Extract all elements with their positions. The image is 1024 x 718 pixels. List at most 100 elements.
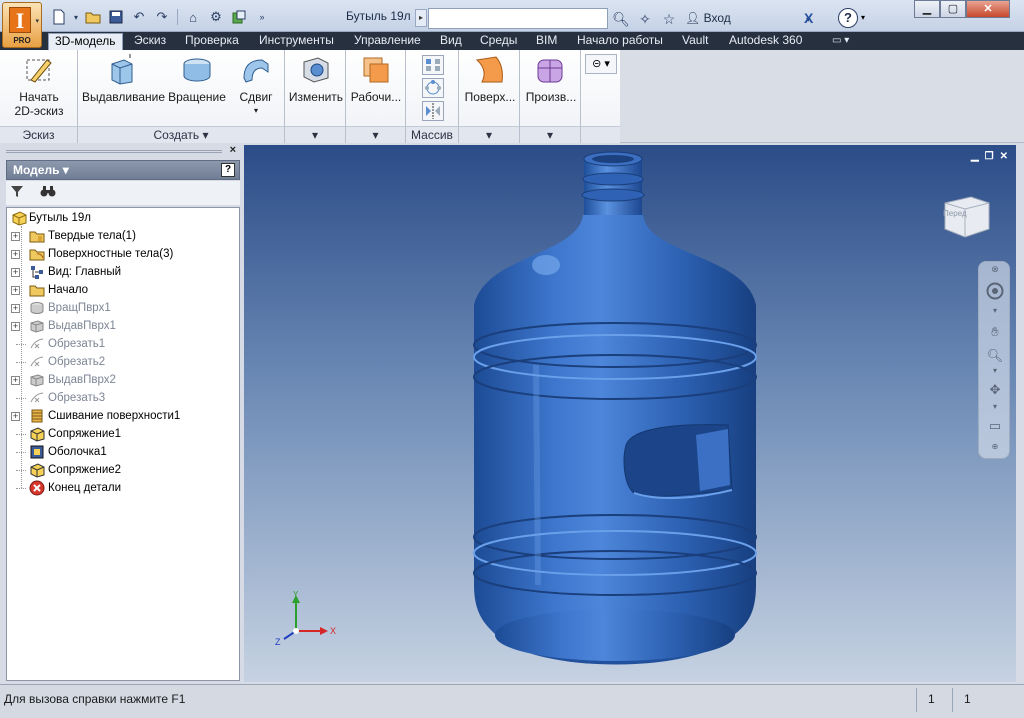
tree-item-label: Поверхностные тела(3) <box>48 248 174 260</box>
help-button[interactable]: ? <box>838 8 858 28</box>
title-arrow-icon[interactable]: ▸ <box>415 9 427 27</box>
group-label-modify[interactable]: ▾ <box>285 126 345 143</box>
axis-triad: Y X Z <box>275 591 336 647</box>
close-button[interactable]: ✕ <box>966 0 1010 18</box>
modify-icon <box>300 54 332 86</box>
viewport-minimize-icon[interactable]: ▁ <box>971 151 979 162</box>
open-folder-icon[interactable] <box>82 7 104 27</box>
drag-grip[interactable] <box>6 150 222 153</box>
start-2d-sketch-button[interactable]: Начать 2D-эскиз <box>8 54 70 118</box>
sweep-button[interactable]: Сдвиг ▾ <box>234 54 278 118</box>
extrude-surface-icon <box>29 372 45 388</box>
group-label-pattern: Массив <box>406 126 458 143</box>
chevron-down-icon[interactable]: ▾ <box>985 306 1005 324</box>
navbar-options-icon[interactable]: ⊕ <box>985 442 1005 460</box>
help-dropdown-icon[interactable]: ▾ <box>861 13 865 22</box>
derive-button[interactable]: Произв... <box>522 54 580 104</box>
minimize-button[interactable]: ▁ <box>914 0 940 18</box>
material-icon[interactable] <box>228 7 250 27</box>
browser-header[interactable]: Модель ▾ ? <box>6 160 240 180</box>
extrude-button[interactable]: Выдавливание <box>82 54 165 104</box>
undo-icon[interactable]: ↶ <box>128 7 150 27</box>
viewport-restore-icon[interactable]: ❐ <box>985 151 994 162</box>
zoom-icon[interactable]: 🔍︎ <box>985 348 1005 366</box>
tab-environments[interactable]: Среды <box>474 33 523 50</box>
tab-manage[interactable]: Управление <box>348 33 427 50</box>
expand-toggle-icon[interactable]: + <box>11 376 20 385</box>
binoculars-find-icon[interactable] <box>40 184 56 201</box>
look-at-icon[interactable]: ▭ <box>985 418 1005 436</box>
new-file-icon[interactable] <box>48 7 70 27</box>
trim-icon <box>29 336 45 352</box>
ribbon-overflow-button[interactable]: ⊝ ▾ <box>585 54 617 74</box>
redo-icon[interactable]: ↷ <box>151 7 173 27</box>
tree-connector <box>21 226 22 488</box>
expand-toggle-icon[interactable]: + <box>11 304 20 313</box>
new-dropdown-icon[interactable]: ▾ <box>71 7 81 27</box>
ribbon-toggle-icon[interactable]: ▭ ▾ <box>826 33 855 50</box>
graphics-viewport[interactable]: ▁ ❐ ✕ Перед ⊗ ▾ ✋︎ 🔍︎ ▾ ✥ ▾ ▭ ⊕ Y X Z <box>244 145 1016 682</box>
tab-tools[interactable]: Инструменты <box>253 33 340 50</box>
navbar-close-icon[interactable]: ⊗ <box>985 264 1005 282</box>
expand-toggle-icon[interactable]: + <box>11 232 20 241</box>
tree-connector <box>16 362 26 363</box>
exchange-x-icon[interactable]: X <box>804 10 813 26</box>
expand-toggle-icon[interactable]: + <box>11 322 20 331</box>
favorites-star-icon[interactable]: ☆ <box>659 9 679 29</box>
tab-getting-started[interactable]: Начало работы <box>571 33 669 50</box>
mirror-button[interactable] <box>422 101 444 121</box>
tab-sketch[interactable]: Эскиз <box>128 33 172 50</box>
steering-wheel-icon[interactable] <box>985 282 1005 300</box>
group-label-surface[interactable]: ▾ <box>459 126 519 143</box>
save-icon[interactable] <box>105 7 127 27</box>
window-controls: ▁ ▢ ✕ <box>914 0 1010 18</box>
tab-3d-model[interactable]: 3D-модель <box>48 33 123 50</box>
tab-view[interactable]: Вид <box>434 33 468 50</box>
tree-item-label: Сопряжение1 <box>48 428 122 440</box>
login-button[interactable]: 👤︎ Вход ▾ <box>685 11 810 25</box>
browser-dock-bar[interactable]: × <box>2 144 242 159</box>
group-label-derive[interactable]: ▾ <box>520 126 580 143</box>
group-work-features: Рабочи... ▾ <box>346 50 406 143</box>
filter-icon[interactable] <box>10 184 24 201</box>
viewport-close-icon[interactable]: ✕ <box>1000 151 1008 162</box>
expand-toggle-icon[interactable]: + <box>11 268 20 277</box>
expand-toggle-icon[interactable]: + <box>11 250 20 259</box>
binoculars-search-icon[interactable]: 🔍︎ <box>611 9 631 29</box>
update-icon[interactable]: ⚙ <box>205 7 227 27</box>
expand-toggle-icon[interactable]: + <box>11 412 20 421</box>
browser-help-icon[interactable]: ? <box>221 163 235 177</box>
home-icon[interactable]: ⌂ <box>182 7 204 27</box>
work-features-button[interactable]: Рабочи... <box>348 54 404 104</box>
tree-connector <box>16 452 26 453</box>
axis-z-label: Z <box>275 637 281 647</box>
surface-button[interactable]: Поверх... <box>461 54 519 104</box>
search-input[interactable] <box>428 8 608 29</box>
expand-toggle-icon[interactable]: + <box>11 286 20 295</box>
pan-hand-icon[interactable]: ✋︎ <box>985 324 1005 342</box>
tab-bim[interactable]: BIM <box>530 33 563 50</box>
group-label-create[interactable]: Создать ▾ <box>78 126 284 143</box>
tab-inspect[interactable]: Проверка <box>179 33 245 50</box>
subscription-icon[interactable]: ✧ <box>635 9 655 29</box>
maximize-button[interactable]: ▢ <box>940 0 966 18</box>
browser-title[interactable]: Модель ▾ <box>13 163 69 177</box>
modify-button[interactable]: Изменить <box>287 54 345 104</box>
bottle-3d-model[interactable] <box>466 145 766 682</box>
group-surface: Поверх... ▾ <box>459 50 520 143</box>
browser-toolbar <box>6 181 240 205</box>
tree-connector <box>16 488 26 489</box>
revolve-button[interactable]: Вращение <box>166 54 228 104</box>
application-menu-button[interactable]: I PRO ▾ <box>2 2 42 48</box>
group-label-work[interactable]: ▾ <box>346 126 405 143</box>
browser-close-icon[interactable]: × <box>230 144 236 156</box>
tab-autodesk-360[interactable]: Autodesk 360 <box>723 33 808 50</box>
circular-pattern-button[interactable] <box>422 78 444 98</box>
user-icon: 👤︎ <box>685 11 701 25</box>
rectangular-pattern-button[interactable] <box>422 55 444 75</box>
qat-more-icon[interactable]: » <box>251 7 273 27</box>
pro-badge: PRO <box>13 36 31 45</box>
viewcube[interactable]: Перед <box>941 193 991 241</box>
orbit-icon[interactable]: ✥ <box>985 382 1005 400</box>
tab-vault[interactable]: Vault <box>676 33 714 50</box>
